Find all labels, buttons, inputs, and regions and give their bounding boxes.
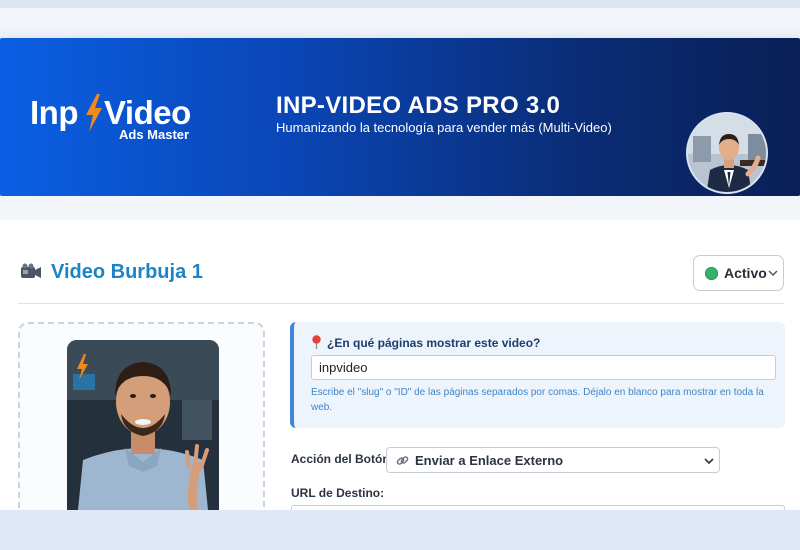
pages-label: ¿En qué páginas mostrar este video? (327, 336, 541, 350)
status-indicator (705, 267, 718, 280)
video-thumbnail-image (67, 340, 219, 520)
pages-input[interactable] (311, 355, 776, 380)
video-title: Video Burbuja 1 (51, 261, 203, 283)
section-gap (0, 196, 800, 220)
video-camera-icon (21, 263, 41, 278)
divider (18, 303, 784, 304)
destination-url-label: URL de Destino: (291, 486, 385, 500)
top-strip (0, 0, 800, 8)
presenter-avatar-image (688, 114, 766, 192)
logo-text-inp: Inp (30, 94, 78, 131)
pushpin-icon (312, 335, 321, 349)
presenter-video-thumbnail (67, 340, 219, 520)
video-card: Video Burbuja 1 Activo ¿En qué páginas m… (0, 220, 800, 533)
lightning-bolt-icon (86, 94, 102, 132)
page-subtitle: Humanizando la tecnología para vender má… (276, 120, 612, 135)
chevron-down-icon (768, 270, 778, 277)
status-select[interactable]: Activo (693, 255, 784, 291)
page-title: INP-VIDEO ADS PRO 3.0 (276, 92, 561, 119)
button-action-label: Acción del Botón: (291, 452, 394, 466)
bottom-strip (0, 510, 800, 550)
pages-panel: ¿En qué páginas mostrar este video? Escr… (290, 322, 785, 428)
button-action-value: Enviar a Enlace Externo (415, 453, 564, 468)
video-dropzone[interactable] (18, 322, 265, 522)
presenter-avatar (686, 112, 768, 194)
chevron-down-icon (704, 458, 714, 465)
header-banner: Inp Video Ads Master INP-VIDEO ADS PRO 3… (0, 38, 800, 196)
pages-help-text: Escribe el "slug" o "ID" de las páginas … (311, 387, 764, 413)
brand-logo: Inp Video Ads Master (30, 94, 205, 144)
link-icon (396, 456, 409, 465)
logo-subtitle: Ads Master (119, 127, 190, 142)
button-action-select[interactable]: Enviar a Enlace Externo (386, 447, 720, 473)
status-label: Activo (724, 265, 767, 281)
top-gap (0, 8, 800, 38)
